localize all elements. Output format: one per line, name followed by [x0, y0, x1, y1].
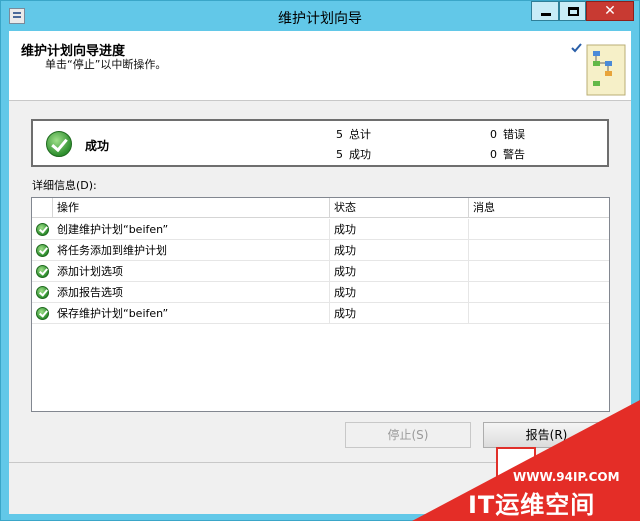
close-button[interactable]: ✕	[586, 1, 634, 21]
table-row[interactable]: 添加报告选项 成功	[32, 282, 609, 303]
wizard-graphic-icon	[571, 43, 626, 96]
row-message	[469, 219, 609, 240]
column-status[interactable]: 状态	[330, 198, 469, 218]
row-message	[469, 303, 609, 324]
icon-column-header[interactable]	[32, 198, 53, 218]
close-icon: ✕	[604, 3, 616, 19]
minimize-icon	[541, 13, 551, 16]
stat-count: 5	[336, 128, 343, 141]
success-check-icon	[36, 286, 49, 299]
table-row[interactable]: 将任务添加到维护计划 成功	[32, 240, 609, 261]
stat-warning: 0 警告	[487, 146, 525, 162]
watermark-brand: IT运维空间	[468, 491, 596, 519]
page-subtitle: 单击“停止”以中断操作。	[45, 58, 167, 71]
stat-count: 0	[490, 128, 497, 141]
stat-count: 0	[490, 148, 497, 161]
wizard-client-area: 维护计划向导进度 单击“停止”以中断操作。 成功 5 总计 5 成功 0 错误 0 警告	[9, 31, 631, 514]
wizard-header: 维护计划向导进度 单击“停止”以中断操作。	[9, 31, 631, 101]
stat-success: 5 成功	[333, 146, 371, 162]
stat-error: 0 错误	[487, 126, 525, 142]
stat-label: 警告	[503, 148, 525, 161]
row-status: 成功	[330, 261, 469, 282]
title-bar[interactable]: 维护计划向导 ✕	[1, 1, 639, 31]
success-check-icon	[36, 223, 49, 236]
grid-header: 操作 状态 消息	[32, 198, 609, 218]
success-check-icon	[36, 307, 49, 320]
stat-count: 5	[336, 148, 343, 161]
stat-label: 总计	[349, 128, 371, 141]
row-message	[469, 282, 609, 303]
stat-label: 错误	[503, 128, 525, 141]
stop-button[interactable]: 停止(S)	[345, 422, 471, 448]
column-action[interactable]: 操作	[53, 198, 330, 218]
maximize-button[interactable]	[559, 1, 586, 21]
success-check-icon	[36, 244, 49, 257]
stat-label: 成功	[349, 148, 371, 161]
minimize-button[interactable]	[531, 1, 559, 21]
row-action: 将任务添加到维护计划	[53, 240, 330, 261]
column-message[interactable]: 消息	[469, 198, 609, 218]
summary-panel: 成功 5 总计 5 成功 0 错误 0 警告	[31, 119, 609, 167]
table-row[interactable]: 创建维护计划“beifen” 成功	[32, 219, 609, 240]
stat-total: 5 总计	[333, 126, 371, 142]
details-grid[interactable]: 操作 状态 消息 创建维护计划“beifen” 成功 将任务添加到维护计划 成功…	[31, 197, 610, 412]
watermark-url: WWW.94IP.COM	[513, 470, 620, 484]
table-row[interactable]: 保存维护计划“beifen” 成功	[32, 303, 609, 324]
success-check-icon	[46, 131, 72, 157]
maximize-icon	[568, 7, 579, 16]
row-status: 成功	[330, 240, 469, 261]
row-status: 成功	[330, 282, 469, 303]
row-action: 创建维护计划“beifen”	[53, 219, 330, 240]
wizard-window: 维护计划向导 ✕ 维护计划向导进度 单击“停止”以中断操作。 成功 5 总计 5…	[0, 0, 640, 521]
row-action: 保存维护计划“beifen”	[53, 303, 330, 324]
row-action: 添加计划选项	[53, 261, 330, 282]
details-label: 详细信息(D):	[32, 179, 97, 192]
row-action: 添加报告选项	[53, 282, 330, 303]
row-status: 成功	[330, 219, 469, 240]
summary-status: 成功	[85, 139, 110, 153]
table-row[interactable]: 添加计划选项 成功	[32, 261, 609, 282]
row-message	[469, 261, 609, 282]
row-status: 成功	[330, 303, 469, 324]
success-check-icon	[36, 265, 49, 278]
row-message	[469, 240, 609, 261]
